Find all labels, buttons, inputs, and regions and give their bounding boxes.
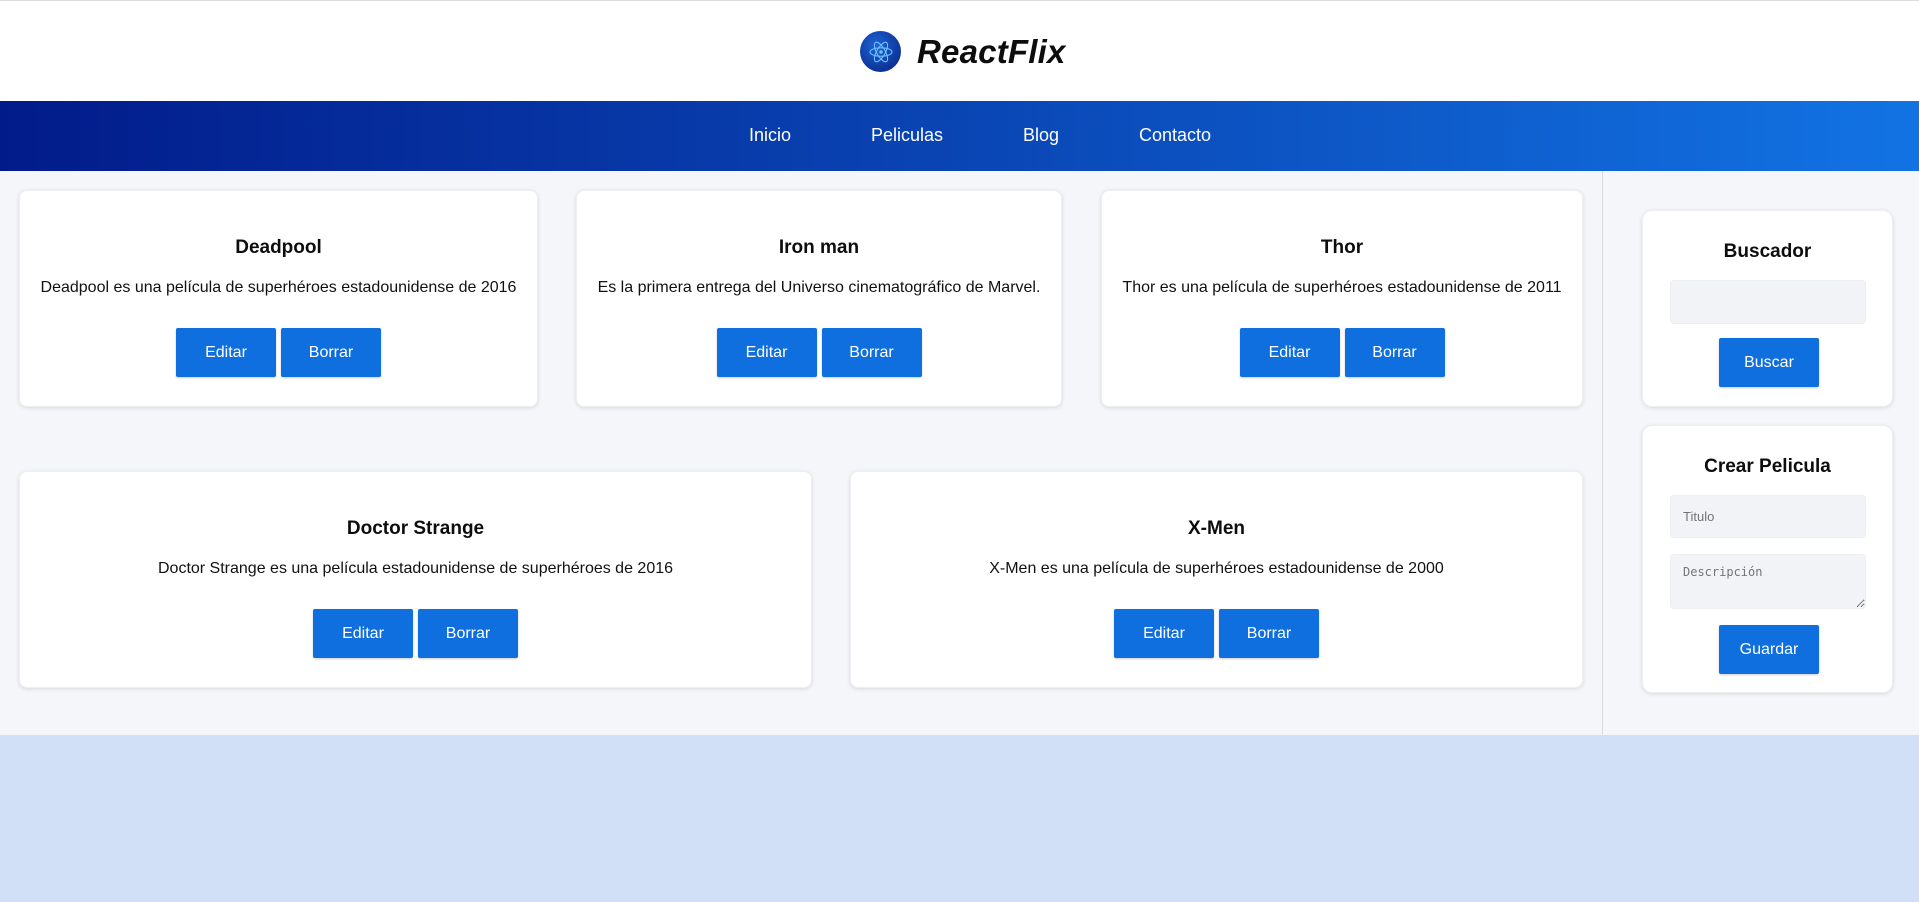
delete-button[interactable]: Borrar (1219, 609, 1319, 658)
edit-button[interactable]: Editar (1239, 328, 1340, 377)
movie-description: X-Men es una película de superhéroes est… (989, 560, 1444, 577)
movie-title: Iron man (778, 237, 860, 258)
create-movie-title: Crear Pelicula (1704, 456, 1831, 477)
search-input[interactable] (1670, 280, 1866, 324)
edit-button[interactable]: Editar (1114, 609, 1214, 658)
movie-card: X-Men X-Men es una película de superhéro… (850, 471, 1583, 688)
movie-description: Es la primera entrega del Universo cinem… (597, 279, 1041, 296)
movie-description: Deadpool es una película de superhéroes … (40, 279, 517, 296)
movie-card: Doctor Strange Doctor Strange es una pel… (19, 471, 812, 688)
movie-title: Doctor Strange (346, 518, 485, 539)
delete-button[interactable]: Borrar (1344, 328, 1445, 377)
movie-title: Thor (1320, 237, 1364, 258)
title-input[interactable] (1670, 495, 1866, 538)
site-header: ReactFlix (0, 0, 1919, 101)
movie-actions: Editar Borrar (20, 609, 811, 658)
movie-description: Doctor Strange es una película estadouni… (157, 560, 674, 577)
brand[interactable]: ReactFlix (860, 30, 1066, 73)
delete-button[interactable]: Borrar (418, 609, 518, 658)
edit-button[interactable]: Editar (716, 328, 817, 377)
description-textarea[interactable] (1670, 554, 1866, 609)
movie-actions: Editar Borrar (577, 328, 1061, 377)
react-atom-icon (860, 31, 901, 72)
movie-card: Iron man Es la primera entrega del Unive… (576, 190, 1062, 407)
movie-title: Deadpool (235, 237, 322, 258)
footer-area (0, 735, 1919, 902)
movie-actions: Editar Borrar (1102, 328, 1582, 377)
movie-card: Deadpool Deadpool es una película de sup… (19, 190, 538, 407)
movie-title: X-Men (1188, 518, 1245, 539)
brand-name: ReactFlix (917, 32, 1066, 70)
save-button[interactable]: Guardar (1719, 625, 1819, 674)
search-button[interactable]: Buscar (1719, 338, 1819, 387)
nav-item-inicio[interactable]: Inicio (749, 125, 791, 146)
movie-description: Thor es una película de superhéroes esta… (1122, 279, 1562, 296)
edit-button[interactable]: Editar (313, 609, 413, 658)
main-nav: Inicio Peliculas Blog Contacto (0, 101, 1919, 171)
search-panel: Buscador Buscar (1642, 210, 1893, 407)
nav-item-contacto[interactable]: Contacto (1139, 125, 1211, 146)
movie-actions: Editar Borrar (851, 609, 1582, 658)
sidebar-divider (1602, 171, 1603, 735)
movie-card: Thor Thor es una película de superhéroes… (1101, 190, 1583, 407)
delete-button[interactable]: Borrar (821, 328, 922, 377)
edit-button[interactable]: Editar (176, 328, 276, 377)
delete-button[interactable]: Borrar (281, 328, 381, 377)
nav-item-peliculas[interactable]: Peliculas (871, 125, 943, 146)
movie-actions: Editar Borrar (20, 328, 537, 377)
nav-item-blog[interactable]: Blog (1023, 125, 1059, 146)
create-movie-panel: Crear Pelicula Guardar (1642, 425, 1893, 693)
search-title: Buscador (1723, 241, 1812, 262)
